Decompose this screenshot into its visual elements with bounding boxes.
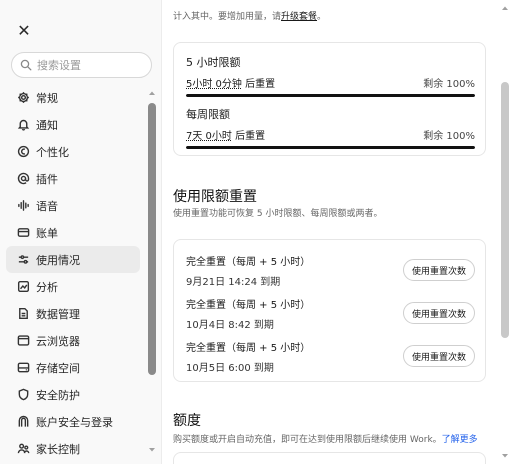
card-icon bbox=[16, 226, 30, 240]
reset-section-title: 使用限额重置 bbox=[173, 189, 257, 205]
sidebar-item-plugins[interactable]: 插件 bbox=[6, 165, 140, 192]
sidebar-item-parental-controls[interactable]: 家长控制 bbox=[6, 435, 140, 462]
sidebar-item-label: 云浏览器 bbox=[36, 334, 80, 348]
scroll-up-arrow-icon[interactable] bbox=[148, 89, 156, 97]
sidebar-item-label: 分析 bbox=[36, 280, 58, 294]
limit-reset-row: 7天 0小时 后重置 剩余 100% bbox=[186, 127, 475, 142]
limit-title: 每周限额 bbox=[186, 108, 230, 121]
sidebar-item-security[interactable]: 安全防护 bbox=[6, 381, 140, 408]
sidebar-item-account-security[interactable]: 账户安全与登录 bbox=[6, 408, 140, 435]
reset-item: 完全重置（每周 + 5 小时） 9月21日 14:24 到期 使用重置次数 bbox=[186, 253, 475, 289]
sidebar-item-label: 个性化 bbox=[36, 145, 69, 159]
sidebar-item-label: 语音 bbox=[36, 199, 58, 213]
main-scrollbar-thumb[interactable] bbox=[501, 82, 509, 338]
limit-remaining: 剩余 100% bbox=[423, 79, 475, 90]
sidebar-item-label: 数据管理 bbox=[36, 307, 80, 321]
limit-reset-suffix: 后重置 bbox=[245, 79, 276, 90]
sidebar-item-label: 安全防护 bbox=[36, 388, 80, 402]
sidebar-item-storage[interactable]: 存储空间 bbox=[6, 354, 140, 381]
learn-more-link[interactable]: 了解更多 bbox=[442, 435, 478, 445]
upgrade-plan-link[interactable]: 升级套餐 bbox=[281, 12, 317, 22]
close-icon[interactable]: ✕ bbox=[14, 20, 34, 40]
reset-card: 完全重置（每周 + 5 小时） 9月21日 14:24 到期 使用重置次数 完全… bbox=[173, 239, 486, 382]
limit-progress-fill bbox=[186, 94, 475, 97]
usage-panel: 计入其中。要增加用量，请升级套餐。 5 小时限额 5小时 0分钟 后重置 剩余 … bbox=[162, 0, 523, 464]
limits-card: 5 小时限额 5小时 0分钟 后重置 剩余 100% 每周限额 7天 0小时 后… bbox=[173, 42, 486, 156]
bell-icon bbox=[16, 118, 30, 132]
at-icon bbox=[16, 172, 30, 186]
sidebar-scrollbar-thumb[interactable] bbox=[148, 103, 156, 375]
reset-item: 完全重置（每周 + 5 小时） 10月4日 8:42 到期 使用重置次数 bbox=[186, 296, 475, 332]
sidebar-item-label: 通知 bbox=[36, 118, 58, 132]
limit-5-hour: 5 小时限额 5小时 0分钟 后重置 剩余 100% bbox=[186, 54, 475, 97]
limit-remaining: 剩余 100% bbox=[423, 131, 475, 142]
waveform-icon bbox=[16, 199, 30, 213]
reset-section-desc: 使用重置功能可恢复 5 小时限额、每周限额或两者。 bbox=[173, 209, 383, 219]
sidebar-item-label: 使用情况 bbox=[36, 253, 80, 267]
sidebar-item-analytics[interactable]: 分析 bbox=[6, 273, 140, 300]
usage-note: 计入其中。要增加用量，请升级套餐。 bbox=[173, 9, 326, 22]
sidebar-item-label: 家长控制 bbox=[36, 442, 80, 456]
sidebar-item-billing[interactable]: 账单 bbox=[6, 219, 140, 246]
limit-reset-time: 5小时 0分钟 bbox=[186, 79, 242, 90]
sidebar-item-label: 插件 bbox=[36, 172, 58, 186]
use-reset-button[interactable]: 使用重置次数 bbox=[402, 302, 475, 324]
use-reset-button[interactable]: 使用重置次数 bbox=[402, 345, 475, 367]
settings-sidebar: ✕ 常规 通知 个性化 插件 语音 账单 使用 bbox=[0, 0, 162, 464]
sidebar-item-data-management[interactable]: 数据管理 bbox=[6, 300, 140, 327]
use-reset-button[interactable]: 使用重置次数 bbox=[402, 259, 475, 281]
sidebar-item-label: 账单 bbox=[36, 226, 58, 240]
gear-icon bbox=[16, 91, 30, 105]
usage-note-text: 计入其中。要增加用量，请 bbox=[173, 12, 282, 22]
sidebar-item-general[interactable]: 常规 bbox=[6, 84, 140, 111]
sidebar-item-label: 常规 bbox=[36, 91, 58, 105]
usage-note-tail: 。 bbox=[317, 12, 327, 22]
credit-section-title: 额度 bbox=[173, 413, 201, 429]
limit-weekly: 每周限额 7天 0小时 后重置 剩余 100% bbox=[186, 106, 475, 149]
storage-icon bbox=[16, 361, 30, 375]
account-security-icon bbox=[16, 415, 30, 429]
credit-desc-text: 购买额度或开启自动充值，即可在达到使用限额后继续使用 Work。 bbox=[173, 435, 442, 445]
limit-progress-fill bbox=[186, 146, 475, 149]
parental-icon bbox=[16, 442, 30, 456]
sidebar-item-cloud-browser[interactable]: 云浏览器 bbox=[6, 327, 140, 354]
scroll-down-arrow-icon[interactable] bbox=[501, 452, 509, 460]
data-icon bbox=[16, 307, 30, 321]
reset-item: 完全重置（每周 + 5 小时） 10月5日 6:00 到期 使用重置次数 bbox=[186, 339, 475, 375]
sidebar-item-notifications[interactable]: 通知 bbox=[6, 111, 140, 138]
sidebar-item-label: 存储空间 bbox=[36, 361, 80, 375]
scroll-down-arrow-icon[interactable] bbox=[148, 446, 156, 454]
browser-icon bbox=[16, 334, 30, 348]
limit-reset-suffix: 后重置 bbox=[235, 131, 266, 142]
limit-progress-bar bbox=[186, 94, 475, 97]
usage-icon bbox=[16, 253, 30, 267]
limit-title: 5 小时限额 bbox=[186, 56, 241, 69]
sidebar-item-personalization[interactable]: 个性化 bbox=[6, 138, 140, 165]
limit-reset-row: 5小时 0分钟 后重置 剩余 100% bbox=[186, 75, 475, 90]
shield-icon bbox=[16, 388, 30, 402]
search-input[interactable] bbox=[37, 58, 147, 72]
sidebar-item-voice[interactable]: 语音 bbox=[6, 192, 140, 219]
settings-nav: 常规 通知 个性化 插件 语音 账单 使用情况 分析 数据管理 云浏览器 存储空… bbox=[6, 84, 140, 462]
search-icon bbox=[20, 59, 32, 71]
analytics-icon bbox=[16, 280, 30, 294]
limit-progress-bar bbox=[186, 146, 475, 149]
next-card-edge bbox=[173, 452, 486, 464]
search-box[interactable] bbox=[11, 52, 152, 78]
scroll-up-arrow-icon[interactable] bbox=[501, 4, 509, 12]
sidebar-item-usage[interactable]: 使用情况 bbox=[6, 246, 140, 273]
limit-reset-time: 7天 0小时 bbox=[186, 131, 232, 142]
personalize-icon bbox=[16, 145, 30, 159]
sidebar-item-label: 账户安全与登录 bbox=[36, 415, 113, 429]
credit-section-desc: 购买额度或开启自动充值，即可在达到使用限额后继续使用 Work。了解更多 bbox=[173, 432, 478, 445]
